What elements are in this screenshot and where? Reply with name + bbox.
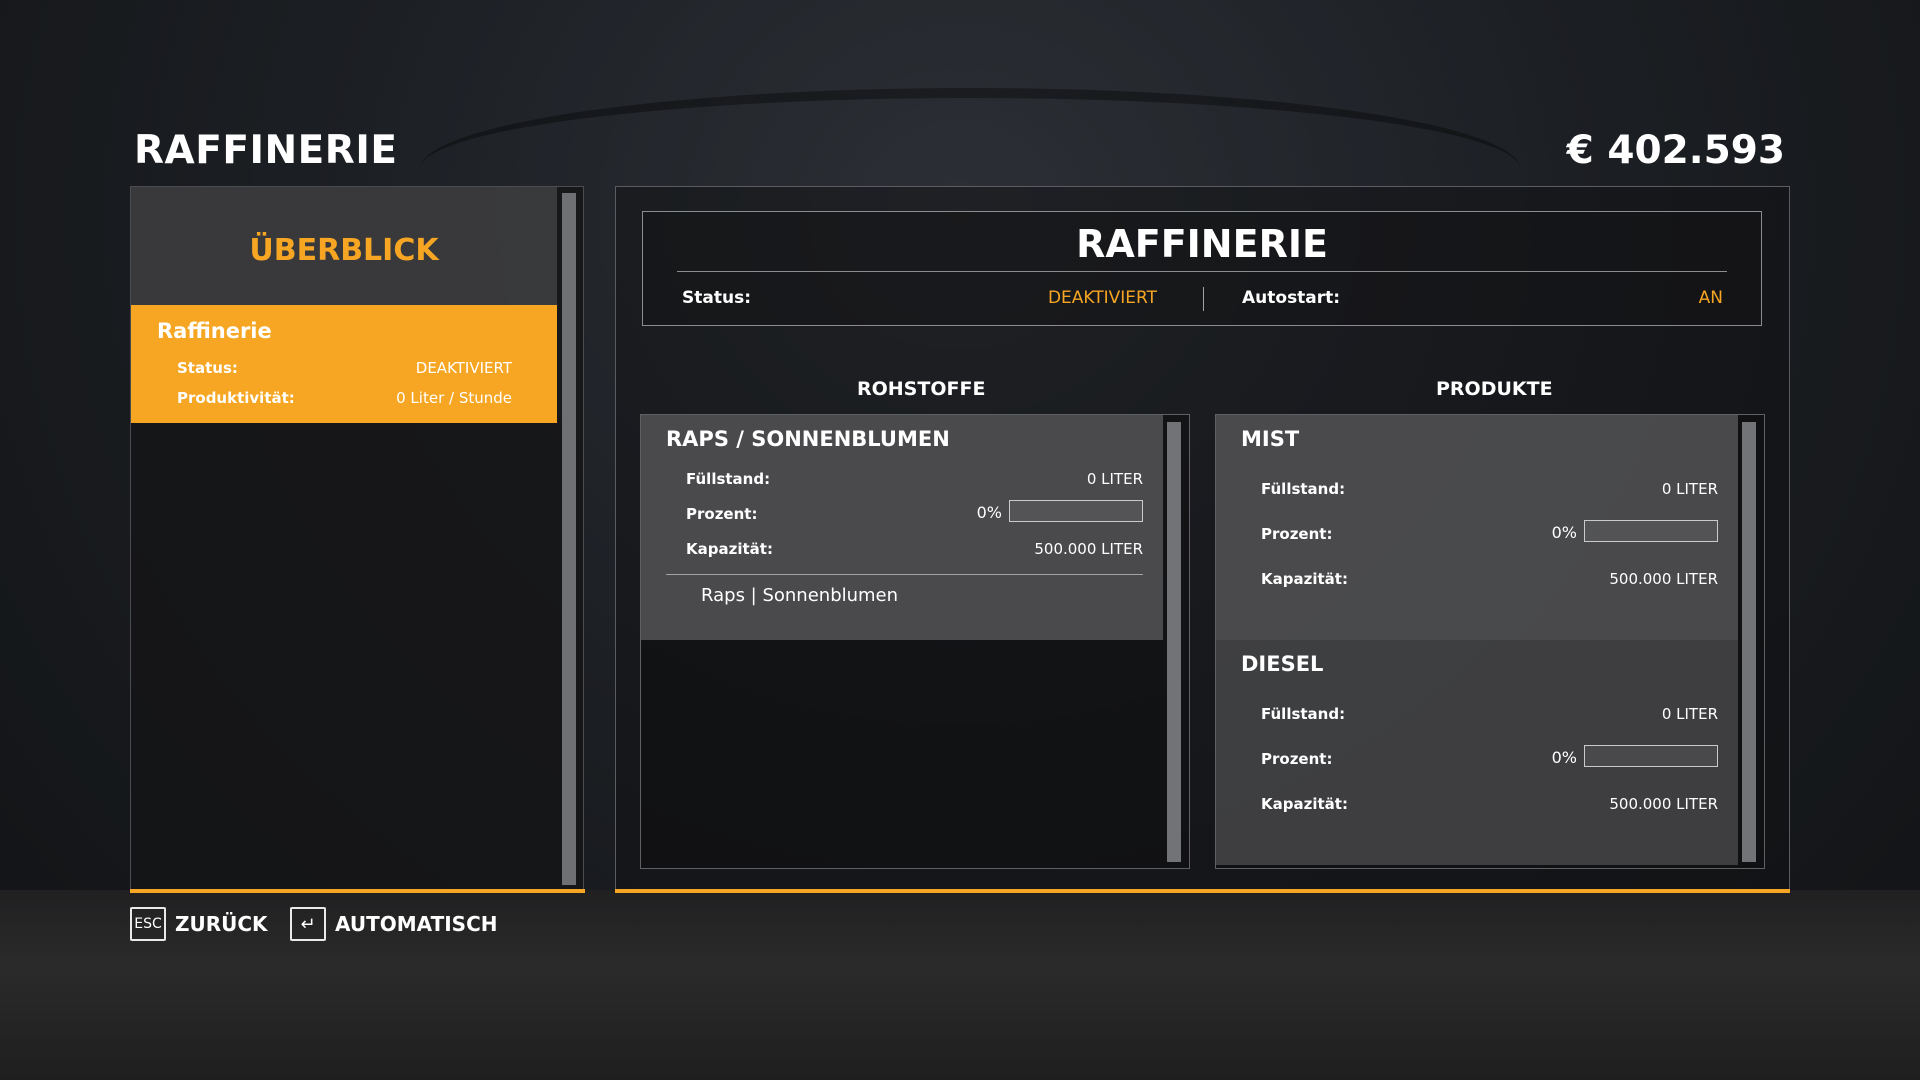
sidebar-item-title: Raffinerie (157, 319, 272, 343)
overview-underline (130, 889, 585, 893)
capacity-value: 500.000 LITER (1034, 540, 1143, 558)
capacity-label: Kapazität: (1261, 795, 1348, 813)
production-header: RAFFINERIE Status: DEAKTIVIERT Autostart… (642, 211, 1762, 326)
rohstoffe-heading: ROHSTOFFE (857, 378, 986, 400)
production-title: RAFFINERIE (1076, 222, 1328, 266)
capacity-label: Kapazität: (1261, 570, 1348, 588)
percent-label: Prozent: (1261, 525, 1333, 543)
enter-key-icon: ↵ (290, 907, 326, 941)
header-separator (1203, 287, 1204, 311)
rohstoff-title: RAPS / SONNENBLUMEN (666, 427, 950, 451)
card-divider (666, 574, 1143, 575)
fill-level-bar (1009, 500, 1143, 522)
fill-value: 0 LITER (1661, 480, 1718, 498)
percent-value: 0% (1551, 523, 1577, 542)
produkte-list: MIST Füllstand: 0 LITER Prozent: 0% Kapa… (1215, 414, 1765, 869)
capacity-label: Kapazität: (686, 540, 773, 558)
percent-value: 0% (1551, 748, 1577, 767)
produkt-card-mist[interactable]: MIST Füllstand: 0 LITER Prozent: 0% Kapa… (1216, 415, 1738, 640)
overview-header: ÜBERBLICK (131, 187, 557, 305)
overview-scrollbar[interactable] (562, 193, 576, 885)
fill-label: Füllstand: (686, 470, 771, 488)
produkt-title: DIESEL (1241, 652, 1324, 676)
detail-underline (615, 889, 1790, 893)
rohstoffe-scrollbar[interactable] (1167, 422, 1181, 862)
autostart-label: Autostart: (1242, 288, 1341, 308)
back-label: ZURÜCK (175, 912, 268, 936)
sidebar-status-label: Status: (177, 359, 238, 377)
money-display: € 402.593 (1566, 128, 1785, 173)
back-button[interactable]: ESC ZURÜCK (130, 906, 268, 942)
sidebar-status-value: DEAKTIVIERT (415, 359, 512, 377)
capacity-value: 500.000 LITER (1609, 795, 1718, 813)
fill-value: 0 LITER (1661, 705, 1718, 723)
overview-title: ÜBERBLICK (249, 233, 439, 268)
status-value[interactable]: DEAKTIVIERT (1048, 288, 1157, 308)
fill-level-bar (1584, 520, 1718, 542)
page-title: RAFFINERIE (134, 128, 398, 173)
produkte-heading: PRODUKTE (1436, 378, 1553, 400)
percent-label: Prozent: (686, 505, 758, 523)
fill-label: Füllstand: (1261, 705, 1346, 723)
fill-label: Füllstand: (1261, 480, 1346, 498)
rohstoffe-list: RAPS / SONNENBLUMEN Füllstand: 0 LITER P… (640, 414, 1190, 869)
fill-value: 0 LITER (1086, 470, 1143, 488)
automatic-button[interactable]: ↵ AUTOMATISCH (290, 906, 497, 942)
capacity-value: 500.000 LITER (1609, 570, 1718, 588)
produkte-scrollbar[interactable] (1742, 422, 1756, 862)
fill-level-bar (1584, 745, 1718, 767)
overview-panel: ÜBERBLICK Raffinerie Status: DEAKTIVIERT… (130, 186, 584, 892)
rohstoff-card[interactable]: RAPS / SONNENBLUMEN Füllstand: 0 LITER P… (641, 415, 1163, 640)
produkt-card-diesel[interactable]: DIESEL Füllstand: 0 LITER Prozent: 0% Ka… (1216, 640, 1738, 865)
produkt-title: MIST (1241, 427, 1300, 451)
autostart-value[interactable]: AN (1699, 288, 1723, 308)
header-divider (677, 271, 1727, 272)
ingredient-list: Raps | Sonnenblumen (701, 585, 899, 606)
esc-key-icon: ESC (130, 907, 166, 941)
percent-label: Prozent: (1261, 750, 1333, 768)
sidebar-productivity-label: Produktivität: (177, 389, 295, 407)
sidebar-productivity-value: 0 Liter / Stunde (396, 389, 512, 407)
sidebar-item-raffinerie[interactable]: Raffinerie Status: DEAKTIVIERT Produktiv… (131, 305, 557, 423)
percent-value: 0% (976, 503, 1002, 522)
status-label: Status: (682, 288, 751, 308)
automatic-label: AUTOMATISCH (335, 912, 498, 936)
